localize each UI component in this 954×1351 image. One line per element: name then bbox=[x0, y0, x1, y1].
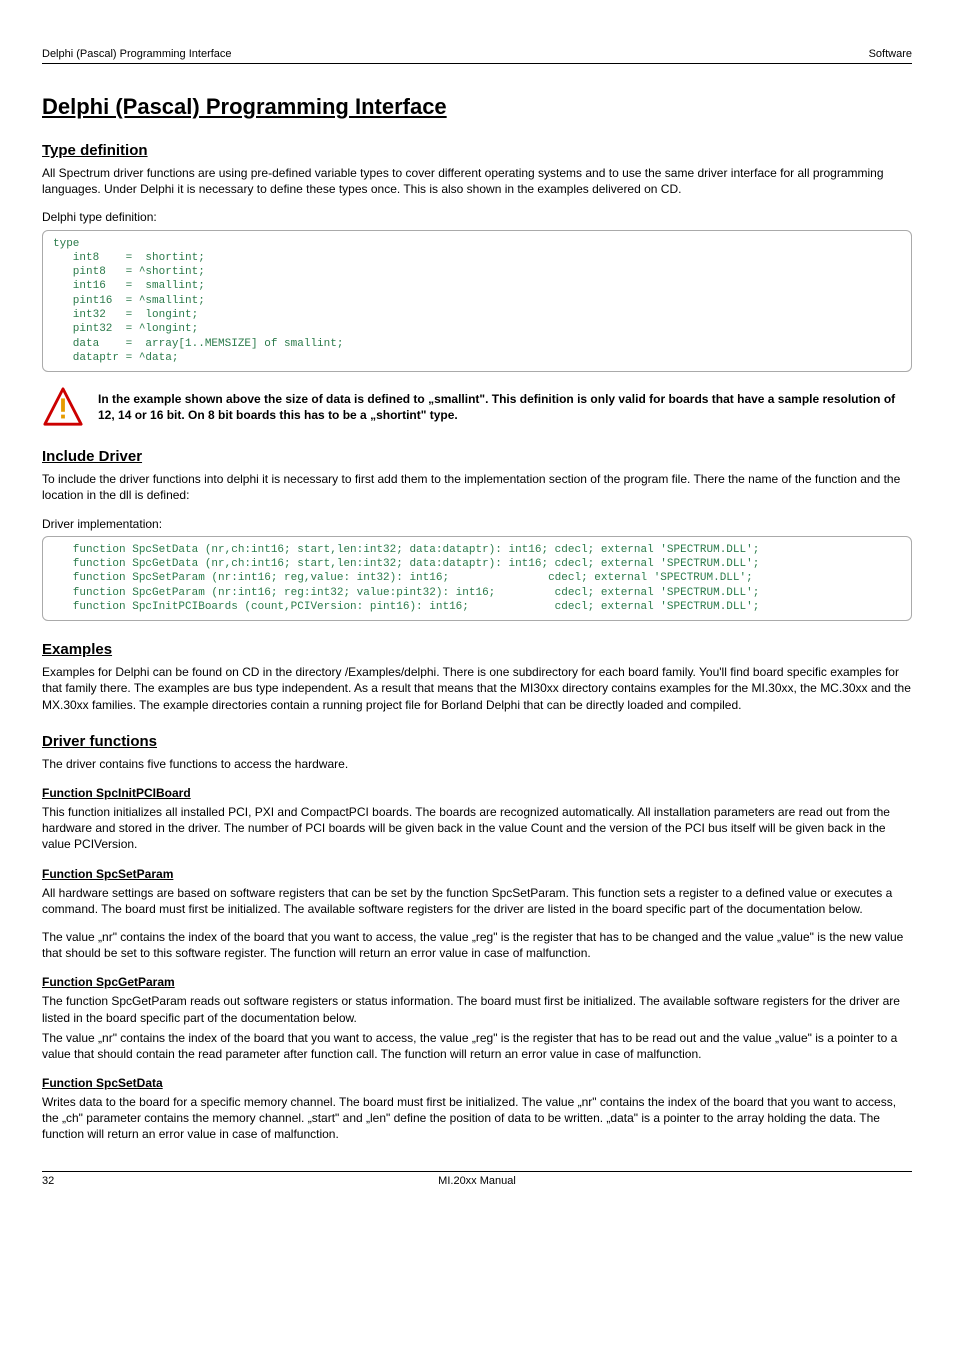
fn-setdata-heading: Function SpcSetData bbox=[42, 1076, 912, 1090]
typedef-intro: All Spectrum driver functions are using … bbox=[42, 165, 912, 197]
footer-page-number: 32 bbox=[42, 1175, 102, 1187]
warning-text: In the example shown above the size of d… bbox=[98, 391, 912, 423]
warning-block: In the example shown above the size of d… bbox=[42, 386, 912, 428]
driver-heading: Driver functions bbox=[42, 733, 912, 750]
fn-getparam-heading: Function SpcGetParam bbox=[42, 975, 912, 989]
typedef-heading: Type definition bbox=[42, 142, 912, 159]
fn-getparam-body1: The function SpcGetParam reads out softw… bbox=[42, 993, 912, 1025]
examples-body: Examples for Delphi can be found on CD i… bbox=[42, 664, 912, 713]
examples-heading: Examples bbox=[42, 641, 912, 658]
warning-triangle-icon bbox=[42, 386, 84, 428]
fn-setparam-body1: All hardware settings are based on softw… bbox=[42, 885, 912, 917]
page-header: Delphi (Pascal) Programming Interface So… bbox=[42, 48, 912, 64]
fn-initpciboard-body: This function initializes all installed … bbox=[42, 804, 912, 853]
typedef-label: Delphi type definition: bbox=[42, 209, 912, 225]
footer-right bbox=[852, 1175, 912, 1187]
include-heading: Include Driver bbox=[42, 448, 912, 465]
header-right: Software bbox=[869, 48, 912, 60]
driver-intro: The driver contains five functions to ac… bbox=[42, 756, 912, 772]
fn-setparam-body2: The value „nr" contains the index of the… bbox=[42, 929, 912, 961]
typedef-code: type int8 = shortint; pint8 = ^shortint;… bbox=[42, 230, 912, 373]
fn-initpciboard-heading: Function SpcInitPCIBoard bbox=[42, 786, 912, 800]
fn-getparam-body2: The value „nr" contains the index of the… bbox=[42, 1030, 912, 1062]
include-intro: To include the driver functions into del… bbox=[42, 471, 912, 503]
page-footer: 32 MI.20xx Manual bbox=[42, 1171, 912, 1187]
fn-setdata-body: Writes data to the board for a specific … bbox=[42, 1094, 912, 1143]
header-left: Delphi (Pascal) Programming Interface bbox=[42, 48, 232, 60]
page-title: Delphi (Pascal) Programming Interface bbox=[42, 94, 912, 120]
include-code: function SpcSetData (nr,ch:int16; start,… bbox=[42, 536, 912, 621]
footer-center: MI.20xx Manual bbox=[102, 1175, 852, 1187]
fn-setparam-heading: Function SpcSetParam bbox=[42, 867, 912, 881]
include-label: Driver implementation: bbox=[42, 516, 912, 532]
